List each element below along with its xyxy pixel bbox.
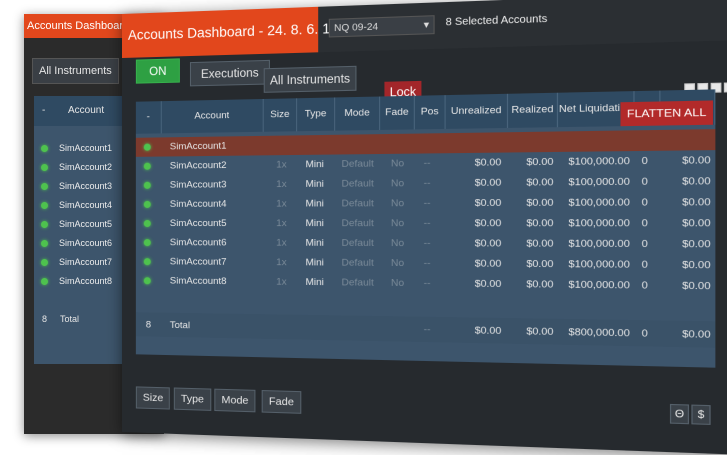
selected-accounts-label: 8 Selected Accounts — [445, 13, 548, 29]
instrument-value: NQ 09-24 — [334, 21, 379, 35]
window-title: Accounts Dashboard - 24. 8. 6. 1 — [122, 6, 330, 58]
collapse-header[interactable]: - — [135, 101, 162, 134]
status-dot-icon — [41, 221, 48, 228]
fade-button[interactable]: Fade — [261, 390, 302, 414]
status-dot-icon — [143, 258, 151, 266]
instrument-select[interactable]: NQ 09-24 ▾ — [328, 15, 435, 38]
chevron-down-icon: ▾ — [423, 19, 430, 32]
status-dot-icon — [41, 164, 48, 171]
flatten-all-button[interactable]: FLATTEN ALL — [620, 100, 714, 127]
status-dot-icon — [143, 162, 151, 170]
type-button[interactable]: Type — [173, 387, 212, 411]
size-button[interactable]: Size — [135, 386, 171, 410]
on-toggle-button[interactable]: ON — [135, 58, 180, 84]
size-header[interactable]: Size — [263, 98, 298, 132]
back-collapse-header[interactable]: - — [42, 105, 45, 116]
status-dot-icon — [41, 278, 48, 285]
mode-button[interactable]: Mode — [214, 388, 256, 413]
account-header[interactable]: Account — [161, 98, 264, 134]
total-count: 8 — [145, 319, 152, 331]
realized-header[interactable]: Realized — [508, 92, 559, 128]
table-row[interactable]: SimAccount3 1x Mini Default No -- $0.00 … — [136, 171, 716, 195]
total-label: Total — [169, 319, 191, 332]
back-all-instruments-button[interactable]: All Instruments — [32, 58, 119, 84]
status-dot-icon — [41, 240, 48, 247]
status-dot-icon — [143, 239, 151, 247]
status-dot-icon — [41, 183, 48, 190]
status-dot-icon — [143, 143, 151, 151]
table-row[interactable]: SimAccount4 1x Mini Default No -- $0.00 … — [136, 192, 716, 214]
total-row: 8 Total -- $0.00 $0.00 $800,000.00 0 $0.… — [135, 312, 716, 348]
status-dot-icon — [41, 145, 48, 152]
table-row[interactable]: SimAccount8 1x Mini Default No -- $0.00 … — [136, 271, 716, 297]
status-dot-icon — [41, 259, 48, 266]
all-instruments-button[interactable]: All Instruments — [263, 65, 357, 93]
type-header[interactable]: Type — [297, 97, 336, 132]
accounts-grid: - Account Size Type Mode Fade Pos Unreal… — [135, 89, 716, 368]
title-bar[interactable]: Accounts Dashboard - 24. 8. 6. 1 NQ 09-2… — [122, 0, 727, 58]
executions-button[interactable]: Executions — [189, 59, 270, 87]
back-account-header[interactable]: Account — [68, 105, 104, 116]
table-row[interactable]: SimAccount5 1x Mini Default No -- $0.00 … — [136, 213, 716, 234]
fade-header[interactable]: Fade — [380, 95, 415, 130]
pos-header[interactable]: Pos — [414, 95, 446, 130]
dollar-icon[interactable]: $ — [691, 404, 711, 425]
mode-header[interactable]: Mode — [335, 96, 381, 131]
unrealized-header[interactable]: Unrealized — [445, 93, 509, 129]
status-dot-icon — [143, 181, 151, 189]
status-dot-icon — [143, 277, 151, 285]
status-dot-icon — [41, 202, 48, 209]
status-dot-icon — [143, 219, 151, 228]
accounts-dashboard-window[interactable]: Accounts Dashboard - 24. 8. 6. 1 NQ 09-2… — [122, 0, 727, 455]
status-dot-icon — [143, 200, 151, 208]
theta-icon[interactable]: Θ — [669, 403, 690, 425]
